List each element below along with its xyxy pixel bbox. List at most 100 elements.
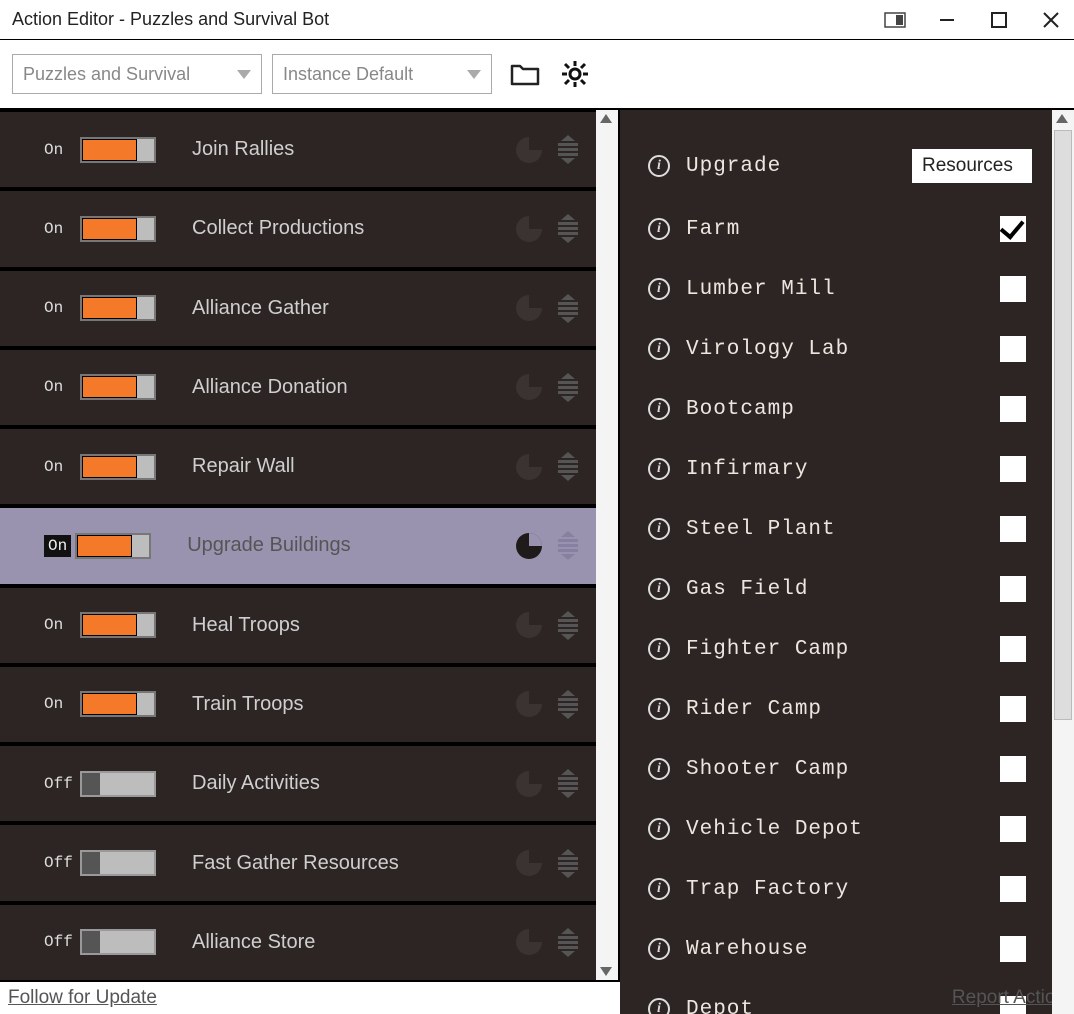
folder-icon[interactable] — [508, 57, 542, 91]
detail-item-checkbox[interactable] — [1000, 516, 1026, 542]
action-toggle[interactable] — [80, 216, 156, 242]
detail-item-checkbox[interactable] — [1000, 456, 1026, 482]
action-toggle[interactable] — [80, 374, 156, 400]
tablet-icon[interactable] — [884, 9, 906, 31]
drag-handle-icon[interactable] — [558, 294, 578, 323]
info-icon[interactable]: i — [648, 818, 670, 840]
detail-item-checkbox[interactable] — [1000, 216, 1026, 242]
action-row-icons — [516, 294, 578, 323]
detail-item-checkbox[interactable] — [1000, 336, 1026, 362]
detail-item-label: Lumber Mill — [686, 278, 1000, 301]
action-row[interactable]: OnAlliance Gather — [0, 271, 596, 346]
detail-header-value[interactable]: Resources — [912, 149, 1032, 183]
details-panel: iUpgradeResourcesiFarmiLumber MilliVirol… — [620, 110, 1052, 1014]
schedule-icon[interactable] — [516, 137, 542, 163]
schedule-icon[interactable] — [516, 454, 542, 480]
detail-item-checkbox[interactable] — [1000, 696, 1026, 722]
action-label: Heal Troops — [192, 614, 516, 637]
info-icon[interactable]: i — [648, 458, 670, 480]
right-scrollbar[interactable] — [1052, 110, 1074, 1014]
schedule-icon[interactable] — [516, 533, 542, 559]
left-scrollbar[interactable] — [596, 110, 618, 980]
schedule-icon[interactable] — [516, 691, 542, 717]
info-icon[interactable]: i — [648, 878, 670, 900]
close-icon[interactable] — [1040, 9, 1062, 31]
info-icon[interactable]: i — [648, 155, 670, 177]
action-row[interactable]: OffDaily Activities — [0, 746, 596, 821]
info-icon[interactable]: i — [648, 998, 670, 1014]
detail-row: i Infirmary — [648, 442, 1032, 496]
action-toggle[interactable] — [75, 533, 151, 559]
action-row[interactable]: OnRepair Wall — [0, 429, 596, 504]
detail-item-checkbox[interactable] — [1000, 276, 1026, 302]
schedule-icon[interactable] — [516, 216, 542, 242]
info-icon[interactable]: i — [648, 398, 670, 420]
schedule-icon[interactable] — [516, 374, 542, 400]
detail-item-checkbox[interactable] — [1000, 396, 1026, 422]
info-icon[interactable]: i — [648, 758, 670, 780]
report-action-link[interactable]: Report Action — [952, 987, 1066, 1009]
action-toggle[interactable] — [80, 691, 156, 717]
action-toggle[interactable] — [80, 850, 156, 876]
action-toggle[interactable] — [80, 771, 156, 797]
right-body: iUpgradeResourcesiFarmiLumber MilliVirol… — [620, 110, 1074, 1014]
instance-dropdown[interactable]: Instance Default — [272, 54, 492, 94]
window-title: Action Editor - Puzzles and Survival Bot — [12, 9, 884, 30]
detail-item-checkbox[interactable] — [1000, 876, 1026, 902]
action-toggle[interactable] — [80, 295, 156, 321]
detail-item-checkbox[interactable] — [1000, 816, 1026, 842]
action-toggle[interactable] — [80, 929, 156, 955]
info-icon[interactable]: i — [648, 278, 670, 300]
gear-icon[interactable] — [558, 57, 592, 91]
scroll-thumb[interactable] — [1054, 130, 1072, 720]
drag-handle-icon[interactable] — [558, 690, 578, 719]
schedule-icon[interactable] — [516, 612, 542, 638]
scroll-down-icon[interactable] — [600, 967, 612, 976]
action-row[interactable]: OnJoin Rallies — [0, 112, 596, 187]
detail-item-checkbox[interactable] — [1000, 756, 1026, 782]
action-toggle[interactable] — [80, 137, 156, 163]
drag-handle-icon[interactable] — [558, 769, 578, 798]
drag-handle-icon[interactable] — [558, 531, 578, 560]
action-toggle[interactable] — [80, 454, 156, 480]
info-icon[interactable]: i — [648, 518, 670, 540]
minimize-icon[interactable] — [936, 9, 958, 31]
follow-update-link[interactable]: Follow for Update — [8, 987, 157, 1009]
action-row[interactable]: OffAlliance Store — [0, 905, 596, 980]
schedule-icon[interactable] — [516, 929, 542, 955]
schedule-icon[interactable] — [516, 850, 542, 876]
scroll-up-icon[interactable] — [1056, 114, 1068, 123]
action-row[interactable]: OffFast Gather Resources — [0, 825, 596, 900]
schedule-icon[interactable] — [516, 295, 542, 321]
detail-item-checkbox[interactable] — [1000, 576, 1026, 602]
detail-row: iFarm — [648, 202, 1032, 256]
detail-item-checkbox[interactable] — [1000, 636, 1026, 662]
action-row[interactable]: OnAlliance Donation — [0, 350, 596, 425]
action-row[interactable]: OnHeal Troops — [0, 588, 596, 663]
detail-item-label: Steel Plant — [686, 518, 1000, 541]
drag-handle-icon[interactable] — [558, 611, 578, 640]
schedule-icon[interactable] — [516, 771, 542, 797]
info-icon[interactable]: i — [648, 338, 670, 360]
drag-handle-icon[interactable] — [558, 452, 578, 481]
detail-item-label: Infirmary — [686, 458, 1000, 481]
detail-row: i Steel Plant — [648, 502, 1032, 556]
action-row[interactable]: OnCollect Productions — [0, 191, 596, 266]
drag-handle-icon[interactable] — [558, 928, 578, 957]
info-icon[interactable]: i — [648, 698, 670, 720]
game-dropdown[interactable]: Puzzles and Survival — [12, 54, 262, 94]
action-row[interactable]: OnUpgrade Buildings — [0, 508, 596, 583]
info-icon[interactable]: i — [648, 578, 670, 600]
drag-handle-icon[interactable] — [558, 214, 578, 243]
maximize-icon[interactable] — [988, 9, 1010, 31]
drag-handle-icon[interactable] — [558, 849, 578, 878]
drag-handle-icon[interactable] — [558, 373, 578, 402]
info-icon[interactable]: i — [648, 218, 670, 240]
detail-item-checkbox[interactable] — [1000, 936, 1026, 962]
scroll-up-icon[interactable] — [600, 114, 612, 123]
info-icon[interactable]: i — [648, 638, 670, 660]
info-icon[interactable]: i — [648, 938, 670, 960]
drag-handle-icon[interactable] — [558, 135, 578, 164]
action-toggle[interactable] — [80, 612, 156, 638]
action-row[interactable]: OnTrain Troops — [0, 667, 596, 742]
